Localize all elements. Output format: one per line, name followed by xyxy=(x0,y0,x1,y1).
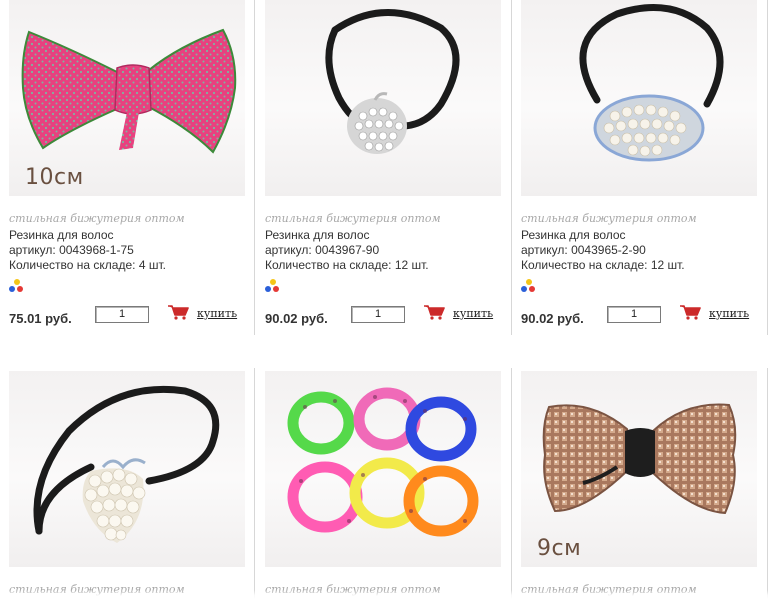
buy-button[interactable]: купить xyxy=(167,303,237,323)
product-info: Резинка для волос артикул: 0043965-2-90 … xyxy=(521,228,685,273)
product-stock: Количество на складе: 12 шт. xyxy=(521,258,685,272)
color-options-icon xyxy=(9,279,25,295)
quantity-input[interactable]: 1 xyxy=(607,306,661,323)
product-name[interactable]: Резинка для волос xyxy=(9,228,166,243)
product-article: артикул: 0043967-90 xyxy=(265,243,380,257)
product-article: артикул: 0043968-1-75 xyxy=(9,243,134,257)
column-divider xyxy=(511,0,512,335)
cart-icon xyxy=(424,305,445,320)
crystal-apple-elastic-image xyxy=(325,9,460,154)
product-stock: Количество на складе: 4 шт. xyxy=(9,258,166,272)
product-price: 75.01 руб. xyxy=(9,311,72,326)
product-article: артикул: 0043965-2-90 xyxy=(521,243,646,257)
pearl-oval-elastic-image xyxy=(579,4,724,162)
product-photo[interactable]: 9см xyxy=(521,371,757,567)
column-divider xyxy=(254,0,255,335)
product-info: Резинка для волос артикул: 0043967-90 Ко… xyxy=(265,228,429,273)
column-divider xyxy=(767,368,768,599)
product-photo[interactable] xyxy=(521,0,757,196)
buy-button[interactable]: купить xyxy=(423,303,493,323)
size-label: 9см xyxy=(537,536,582,561)
product-name[interactable]: Резинка для волос xyxy=(265,228,429,243)
buy-button[interactable]: купить xyxy=(679,303,749,323)
product-info: Резинка для волос артикул: 0043968-1-75 … xyxy=(9,228,166,273)
column-divider xyxy=(511,368,512,599)
buy-link[interactable]: купить xyxy=(453,307,493,320)
product-price: 90.02 руб. xyxy=(521,311,584,326)
color-options-icon xyxy=(521,279,537,295)
column-divider xyxy=(254,368,255,599)
product-price: 90.02 руб. xyxy=(265,311,328,326)
buy-link[interactable]: купить xyxy=(197,307,237,320)
product-stock: Количество на складе: 12 шт. xyxy=(265,258,429,272)
column-divider xyxy=(767,0,768,335)
pearl-strawberry-elastic-image xyxy=(33,385,220,543)
product-tagline: стильная бижутерия оптом xyxy=(9,212,185,225)
cart-icon xyxy=(168,305,189,320)
product-photo[interactable] xyxy=(265,371,501,567)
size-label: 10см xyxy=(25,165,84,190)
product-name[interactable]: Резинка для волос xyxy=(521,228,685,243)
scroll-fade xyxy=(0,590,770,599)
product-photo[interactable]: 10см xyxy=(9,0,245,196)
product-tagline: стильная бижутерия оптом xyxy=(521,212,697,225)
colorful-hair-ties-image xyxy=(287,387,479,537)
quantity-input[interactable]: 1 xyxy=(95,306,149,323)
quantity-input[interactable]: 1 xyxy=(351,306,405,323)
cart-icon xyxy=(680,305,701,320)
buy-link[interactable]: купить xyxy=(709,307,749,320)
product-photo[interactable] xyxy=(9,371,245,567)
product-photo[interactable] xyxy=(265,0,501,196)
color-options-icon xyxy=(265,279,281,295)
product-tagline: стильная бижутерия оптом xyxy=(265,212,441,225)
